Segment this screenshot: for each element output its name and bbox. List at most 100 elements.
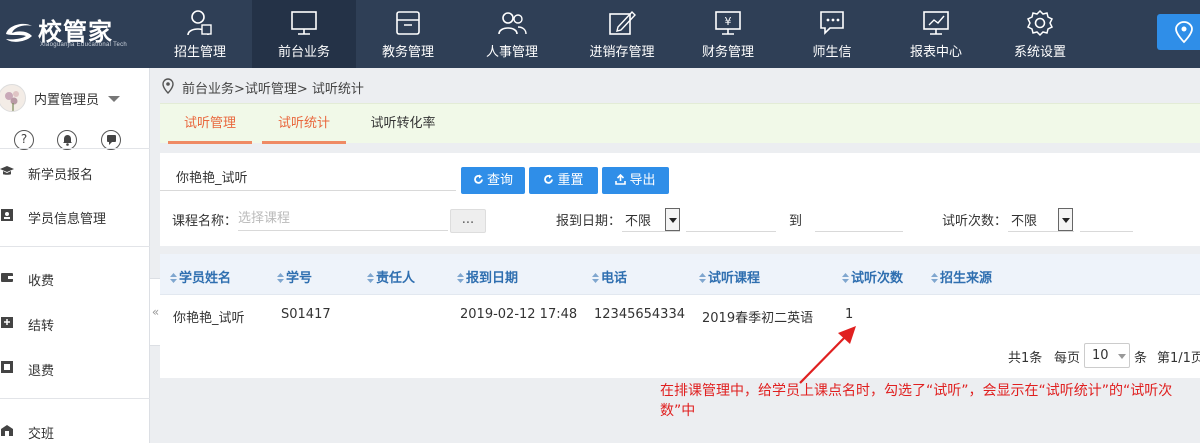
sidebar: 内置管理员 ? 新学员报名 学员信息管理 收费 结转 退费 交班 xyxy=(0,68,150,443)
nav-item-messages[interactable]: 师生信 xyxy=(780,0,884,68)
id-card-icon xyxy=(1,209,13,221)
column-header-report-date[interactable]: 报到日期 xyxy=(457,267,518,286)
nav-label: 师生信 xyxy=(812,45,852,60)
sidebar-item-label: 新学员报名 xyxy=(28,168,94,183)
nav-item-recruit[interactable]: 招生管理 xyxy=(148,0,252,68)
message-icon[interactable] xyxy=(101,130,121,150)
top-navigation-bar: 校管家 Xiaoguanjia Educational Tech 招生管理 前台… xyxy=(0,0,1200,68)
chat-icon xyxy=(820,11,844,35)
sort-icon xyxy=(367,273,374,283)
edit-icon xyxy=(609,10,636,35)
user-name[interactable]: 内置管理员 xyxy=(34,89,99,108)
trial-count-select-value[interactable]: 不限 xyxy=(1011,210,1037,229)
upload-icon xyxy=(615,174,627,185)
sidebar-item-refund[interactable]: 退费 xyxy=(0,349,150,389)
sidebar-item-handover[interactable]: 交班 xyxy=(0,412,150,443)
tab-trial-conversion[interactable]: 试听转化率 xyxy=(360,104,446,144)
export-button[interactable]: 导出 xyxy=(602,167,669,194)
date-from-input[interactable] xyxy=(686,231,776,232)
sort-icon xyxy=(592,273,599,283)
query-button[interactable]: 查询 xyxy=(461,167,525,194)
nav-item-inventory[interactable]: 进销存管理 xyxy=(564,0,680,68)
user-panel: 内置管理员 ? xyxy=(0,80,150,150)
report-icon xyxy=(923,11,949,35)
date-select-arrow[interactable] xyxy=(665,208,680,231)
column-header-student-name[interactable]: 学员姓名 xyxy=(170,267,231,286)
tab-trial-management[interactable]: 试听管理 xyxy=(168,104,252,144)
sidebar-item-student-info[interactable]: 学员信息管理 xyxy=(0,197,150,237)
svg-text:¥: ¥ xyxy=(725,15,732,28)
location-pin-icon xyxy=(1175,21,1193,44)
column-header-student-id[interactable]: 学号 xyxy=(277,267,312,286)
refresh-icon xyxy=(544,174,554,184)
student-search-input[interactable]: 你艳艳_试听 xyxy=(160,167,456,191)
tab-trial-statistics[interactable]: 试听统计 xyxy=(262,104,346,144)
nav-label: 招生管理 xyxy=(173,45,226,60)
nav-item-reports[interactable]: 报表中心 xyxy=(884,0,988,68)
pagination-unit: 条 xyxy=(1134,351,1148,366)
course-picker-button[interactable]: ... xyxy=(450,209,486,233)
trial-count-select-arrow[interactable] xyxy=(1058,208,1073,231)
cell-trial-count: 1 xyxy=(845,307,854,322)
location-button[interactable] xyxy=(1157,14,1200,50)
sidebar-item-label: 结转 xyxy=(28,319,55,334)
nav-item-hr[interactable]: 人事管理 xyxy=(460,0,564,68)
sidebar-item-label: 退费 xyxy=(28,364,55,379)
sidebar-item-fees[interactable]: 收费 xyxy=(0,259,150,299)
pagination-page-info: 第1/1页 xyxy=(1157,351,1200,366)
divider xyxy=(0,148,150,149)
course-label: 课程名称： xyxy=(172,214,238,229)
sidebar-item-transfer[interactable]: 结转 xyxy=(0,304,150,344)
course-input[interactable]: 选择课程 xyxy=(238,207,448,231)
sidebar-item-label: 收费 xyxy=(28,274,55,289)
logo[interactable]: 校管家 Xiaoguanjia Educational Tech xyxy=(0,0,150,68)
nav-item-front-desk[interactable]: 前台业务 xyxy=(252,0,356,68)
sidebar-item-new-enrollment[interactable]: 新学员报名 xyxy=(0,153,150,193)
people-icon xyxy=(498,12,527,35)
box-icon xyxy=(396,11,420,35)
sidebar-item-label: 交班 xyxy=(28,427,55,442)
nav-label: 财务管理 xyxy=(701,45,754,60)
column-header-trial-course[interactable]: 试听课程 xyxy=(699,267,760,286)
avatar[interactable] xyxy=(0,84,26,112)
column-header-source[interactable]: 招生来源 xyxy=(931,267,992,286)
wallet-icon xyxy=(1,273,13,282)
reset-button[interactable]: 重置 xyxy=(529,167,598,194)
handover-icon xyxy=(1,425,13,436)
sort-icon xyxy=(277,273,284,283)
page-size-select[interactable]: 10 xyxy=(1084,343,1130,368)
recruit-icon xyxy=(187,10,212,36)
sort-icon xyxy=(457,273,464,283)
date-select-value[interactable]: 不限 xyxy=(625,210,651,229)
column-header-owner[interactable]: 责任人 xyxy=(367,267,415,286)
trial-count-input[interactable] xyxy=(1080,231,1133,232)
column-header-trial-count[interactable]: 试听次数 xyxy=(842,267,903,286)
monitor-icon xyxy=(291,11,317,35)
logo-subtitle: Xiaoguanjia Educational Tech xyxy=(40,42,128,48)
bell-icon[interactable] xyxy=(57,130,77,150)
nav-label: 教务管理 xyxy=(381,45,434,60)
avatar-flower-icon xyxy=(5,91,19,111)
table-header: 学员姓名 学号 责任人 报到日期 电话 试听课程 试听次数 招生来源 xyxy=(160,254,1200,295)
nav-item-finance[interactable]: ¥ 财务管理 xyxy=(676,0,780,68)
nav-item-settings[interactable]: 系统设置 xyxy=(988,0,1092,68)
export-button-label: 导出 xyxy=(629,173,656,188)
transfer-icon xyxy=(1,317,13,328)
sort-icon xyxy=(699,273,706,283)
sort-icon xyxy=(931,273,938,283)
filter-panel: 你艳艳_试听 查询 重置 导出 课程名称： 选择课程 ... 报到日期： 不限 … xyxy=(160,153,1200,246)
help-icon[interactable]: ? xyxy=(14,130,34,150)
tab-bar: 试听管理 试听统计 试听转化率 xyxy=(160,103,1200,144)
cell-trial-course: 2019春季初二英语 xyxy=(702,311,814,326)
sort-icon xyxy=(170,273,177,283)
nav-label: 人事管理 xyxy=(485,45,538,60)
nav-label: 进销存管理 xyxy=(589,45,655,60)
chevron-down-icon[interactable] xyxy=(108,96,120,102)
nav-item-academic[interactable]: 教务管理 xyxy=(356,0,460,68)
gear-icon xyxy=(1026,9,1054,37)
trial-count-underline xyxy=(1008,231,1074,232)
date-to-input[interactable] xyxy=(815,231,903,232)
column-header-phone[interactable]: 电话 xyxy=(592,267,627,286)
divider xyxy=(0,398,150,399)
pagination-per-page-label: 每页 xyxy=(1054,351,1081,366)
